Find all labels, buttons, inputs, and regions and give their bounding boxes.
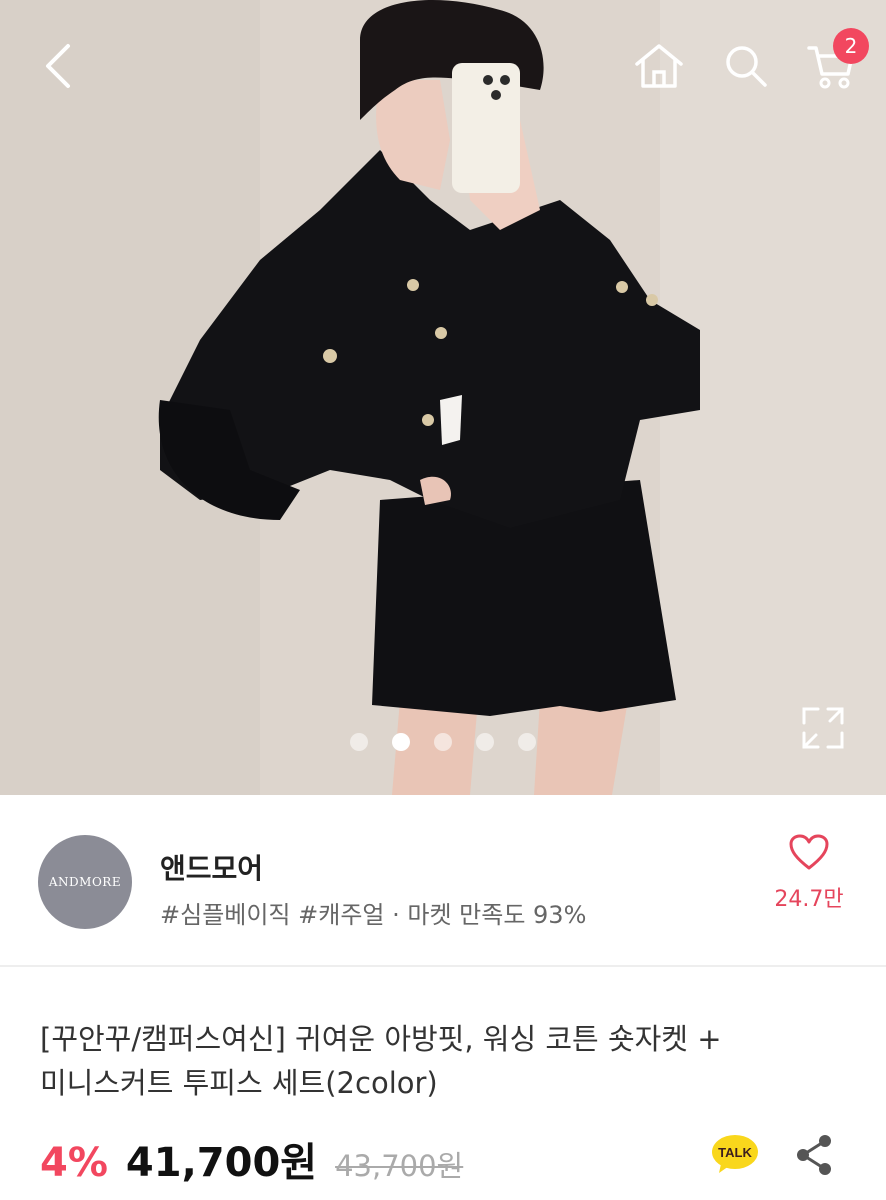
original-price: 43,700원 — [335, 1149, 464, 1183]
price-row: 4% 41,700원 43,700원 — [40, 1130, 463, 1190]
product-title: [꾸안꾸/캠퍼스여신] 귀여운 아방핏, 워싱 코튼 숏자켓 + 미니스커트 투… — [40, 1017, 850, 1105]
seller-name[interactable]: 앤드모어 — [160, 847, 263, 887]
like-button[interactable]: 24.7만 — [762, 833, 856, 943]
kakao-talk-button[interactable]: TALK — [711, 1134, 759, 1174]
expand-image-button[interactable] — [800, 705, 846, 751]
gallery-pagination — [350, 733, 536, 751]
gallery-dot-active[interactable] — [392, 733, 410, 751]
top-navigation-bar: 2 — [0, 0, 886, 140]
search-button[interactable] — [716, 36, 776, 96]
seller-logo[interactable]: ANDMORE — [38, 835, 132, 929]
search-icon — [726, 46, 767, 87]
talk-bubble-icon: TALK — [712, 1135, 758, 1173]
talk-label: TALK — [718, 1145, 752, 1160]
expand-icon — [802, 707, 844, 749]
discount-rate: 4% — [40, 1140, 108, 1186]
sale-price: 41,700원 — [125, 1140, 318, 1186]
back-button[interactable] — [28, 36, 88, 96]
product-title-line-2: 미니스커트 투피스 세트(2color) — [40, 1066, 438, 1100]
gallery-dot[interactable] — [350, 733, 368, 751]
chevron-left-icon — [46, 44, 70, 88]
home-button[interactable] — [628, 36, 690, 96]
gallery-dot[interactable] — [476, 733, 494, 751]
cart-count-badge: 2 — [833, 28, 869, 64]
seller-tags: #심플베이직 #캐주얼 · 마켓 만족도 93% — [160, 901, 587, 929]
seller-info[interactable]: ANDMORE 앤드모어 #심플베이직 #캐주얼 · 마켓 만족도 93% 24… — [0, 795, 886, 967]
product-title-line-1: [꾸안꾸/캠퍼스여신] 귀여운 아방핏, 워싱 코튼 숏자켓 + — [40, 1022, 722, 1056]
heart-icon — [789, 834, 829, 870]
product-page: 2 ANDMORE 앤드모어 #심플베이직 #캐주얼 · 마켓 만족도 93% — [0, 0, 886, 1200]
home-icon — [635, 44, 683, 88]
gallery-dot[interactable] — [518, 733, 536, 751]
share-icon — [797, 1135, 831, 1175]
share-button[interactable] — [793, 1133, 835, 1177]
like-count: 24.7만 — [774, 887, 844, 912]
gallery-dot[interactable] — [434, 733, 452, 751]
product-image-gallery[interactable]: 2 — [0, 0, 886, 795]
